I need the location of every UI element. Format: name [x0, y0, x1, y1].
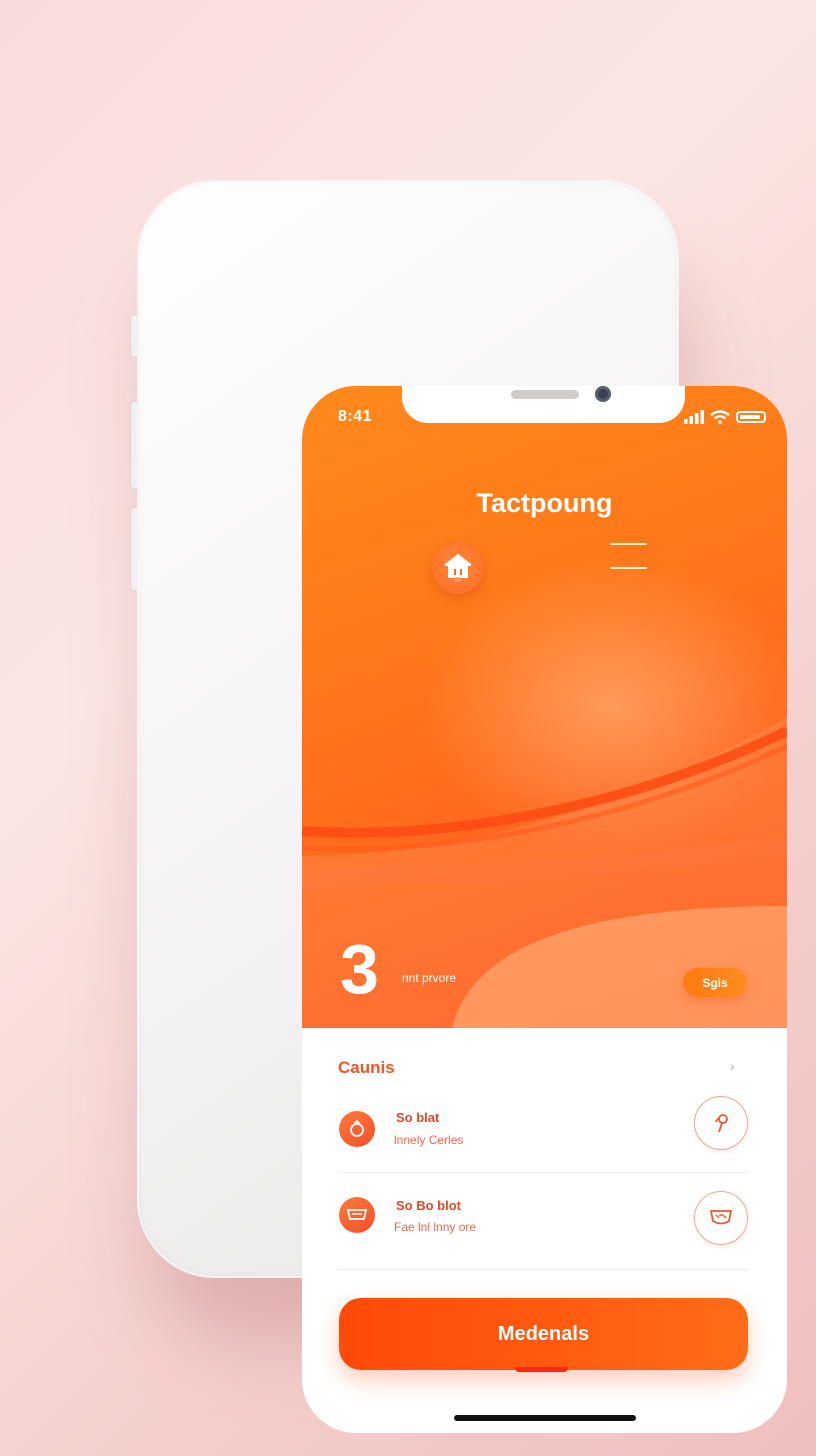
- hero-panel: 8:41 Tactpoung 3 nnt prvore Sgis: [302, 386, 787, 1028]
- list-item-subtitle: Fae lnl lnny ore: [394, 1220, 477, 1234]
- battery-icon: [736, 411, 766, 423]
- phone-frame: 8:41 Tactpoung 3 nnt prvore Sgis Caunis …: [137, 180, 787, 1433]
- home-indicator[interactable]: [454, 1415, 636, 1421]
- list-item[interactable]: So blat lnnely Cerles: [338, 1094, 748, 1174]
- button-accent-bar: [515, 1367, 568, 1372]
- status-icons: [684, 410, 768, 424]
- list-divider: [338, 1269, 748, 1270]
- list-item-title: So blat: [396, 1110, 440, 1125]
- message-icon: [339, 1197, 375, 1233]
- speaker-grille: [511, 390, 579, 399]
- status-time: 8:41: [338, 408, 373, 425]
- home-button[interactable]: [432, 542, 484, 594]
- list-item-action-button[interactable]: [694, 1191, 748, 1245]
- list-item-subtitle: lnnely Cerles: [394, 1133, 464, 1147]
- big-counter: 3: [340, 930, 379, 1008]
- signal-icon: [684, 410, 704, 424]
- pin-icon: [715, 1114, 728, 1133]
- camera-icon: [595, 386, 611, 402]
- home-icon: [445, 554, 471, 582]
- section-title: Caunis: [338, 1058, 395, 1077]
- app-title: Tactpoung: [476, 488, 613, 518]
- list-item[interactable]: So Bo blot Fae lnl lnny ore: [338, 1184, 748, 1264]
- phone-screen: 8:41 Tactpoung 3 nnt prvore Sgis Caunis …: [302, 386, 787, 1433]
- notch: [402, 386, 685, 423]
- hero-pill-button[interactable]: Sgis: [683, 968, 747, 997]
- primary-action-button[interactable]: Medenals: [339, 1298, 748, 1370]
- bell-icon: [339, 1111, 375, 1147]
- chevron-right-icon[interactable]: ›: [730, 1058, 735, 1074]
- chat-icon: [709, 1210, 733, 1225]
- list-item-title: So Bo blot: [396, 1198, 461, 1213]
- menu-icon[interactable]: [610, 543, 648, 571]
- wifi-icon: [710, 410, 730, 424]
- counter-caption: nnt prvore: [402, 971, 457, 985]
- list-item-action-button[interactable]: [694, 1096, 748, 1150]
- list-divider: [338, 1172, 748, 1173]
